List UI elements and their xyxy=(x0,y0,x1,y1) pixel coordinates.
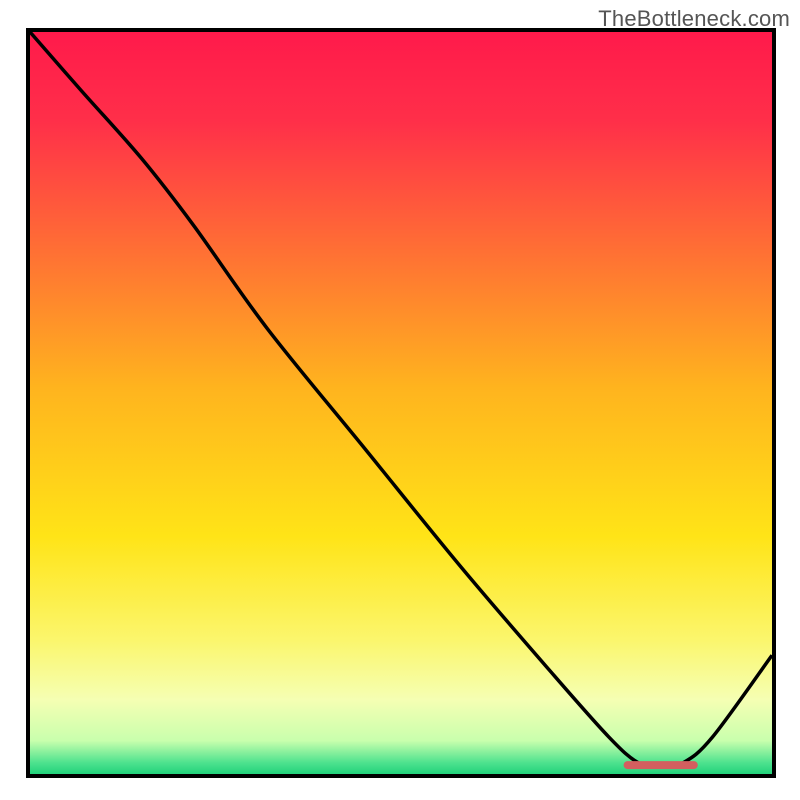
bottleneck-curve xyxy=(30,32,772,767)
curve-layer xyxy=(30,32,772,774)
plot-area xyxy=(26,28,776,778)
chart-frame: TheBottleneck.com xyxy=(0,0,800,800)
optimal-range-marker xyxy=(624,761,698,769)
